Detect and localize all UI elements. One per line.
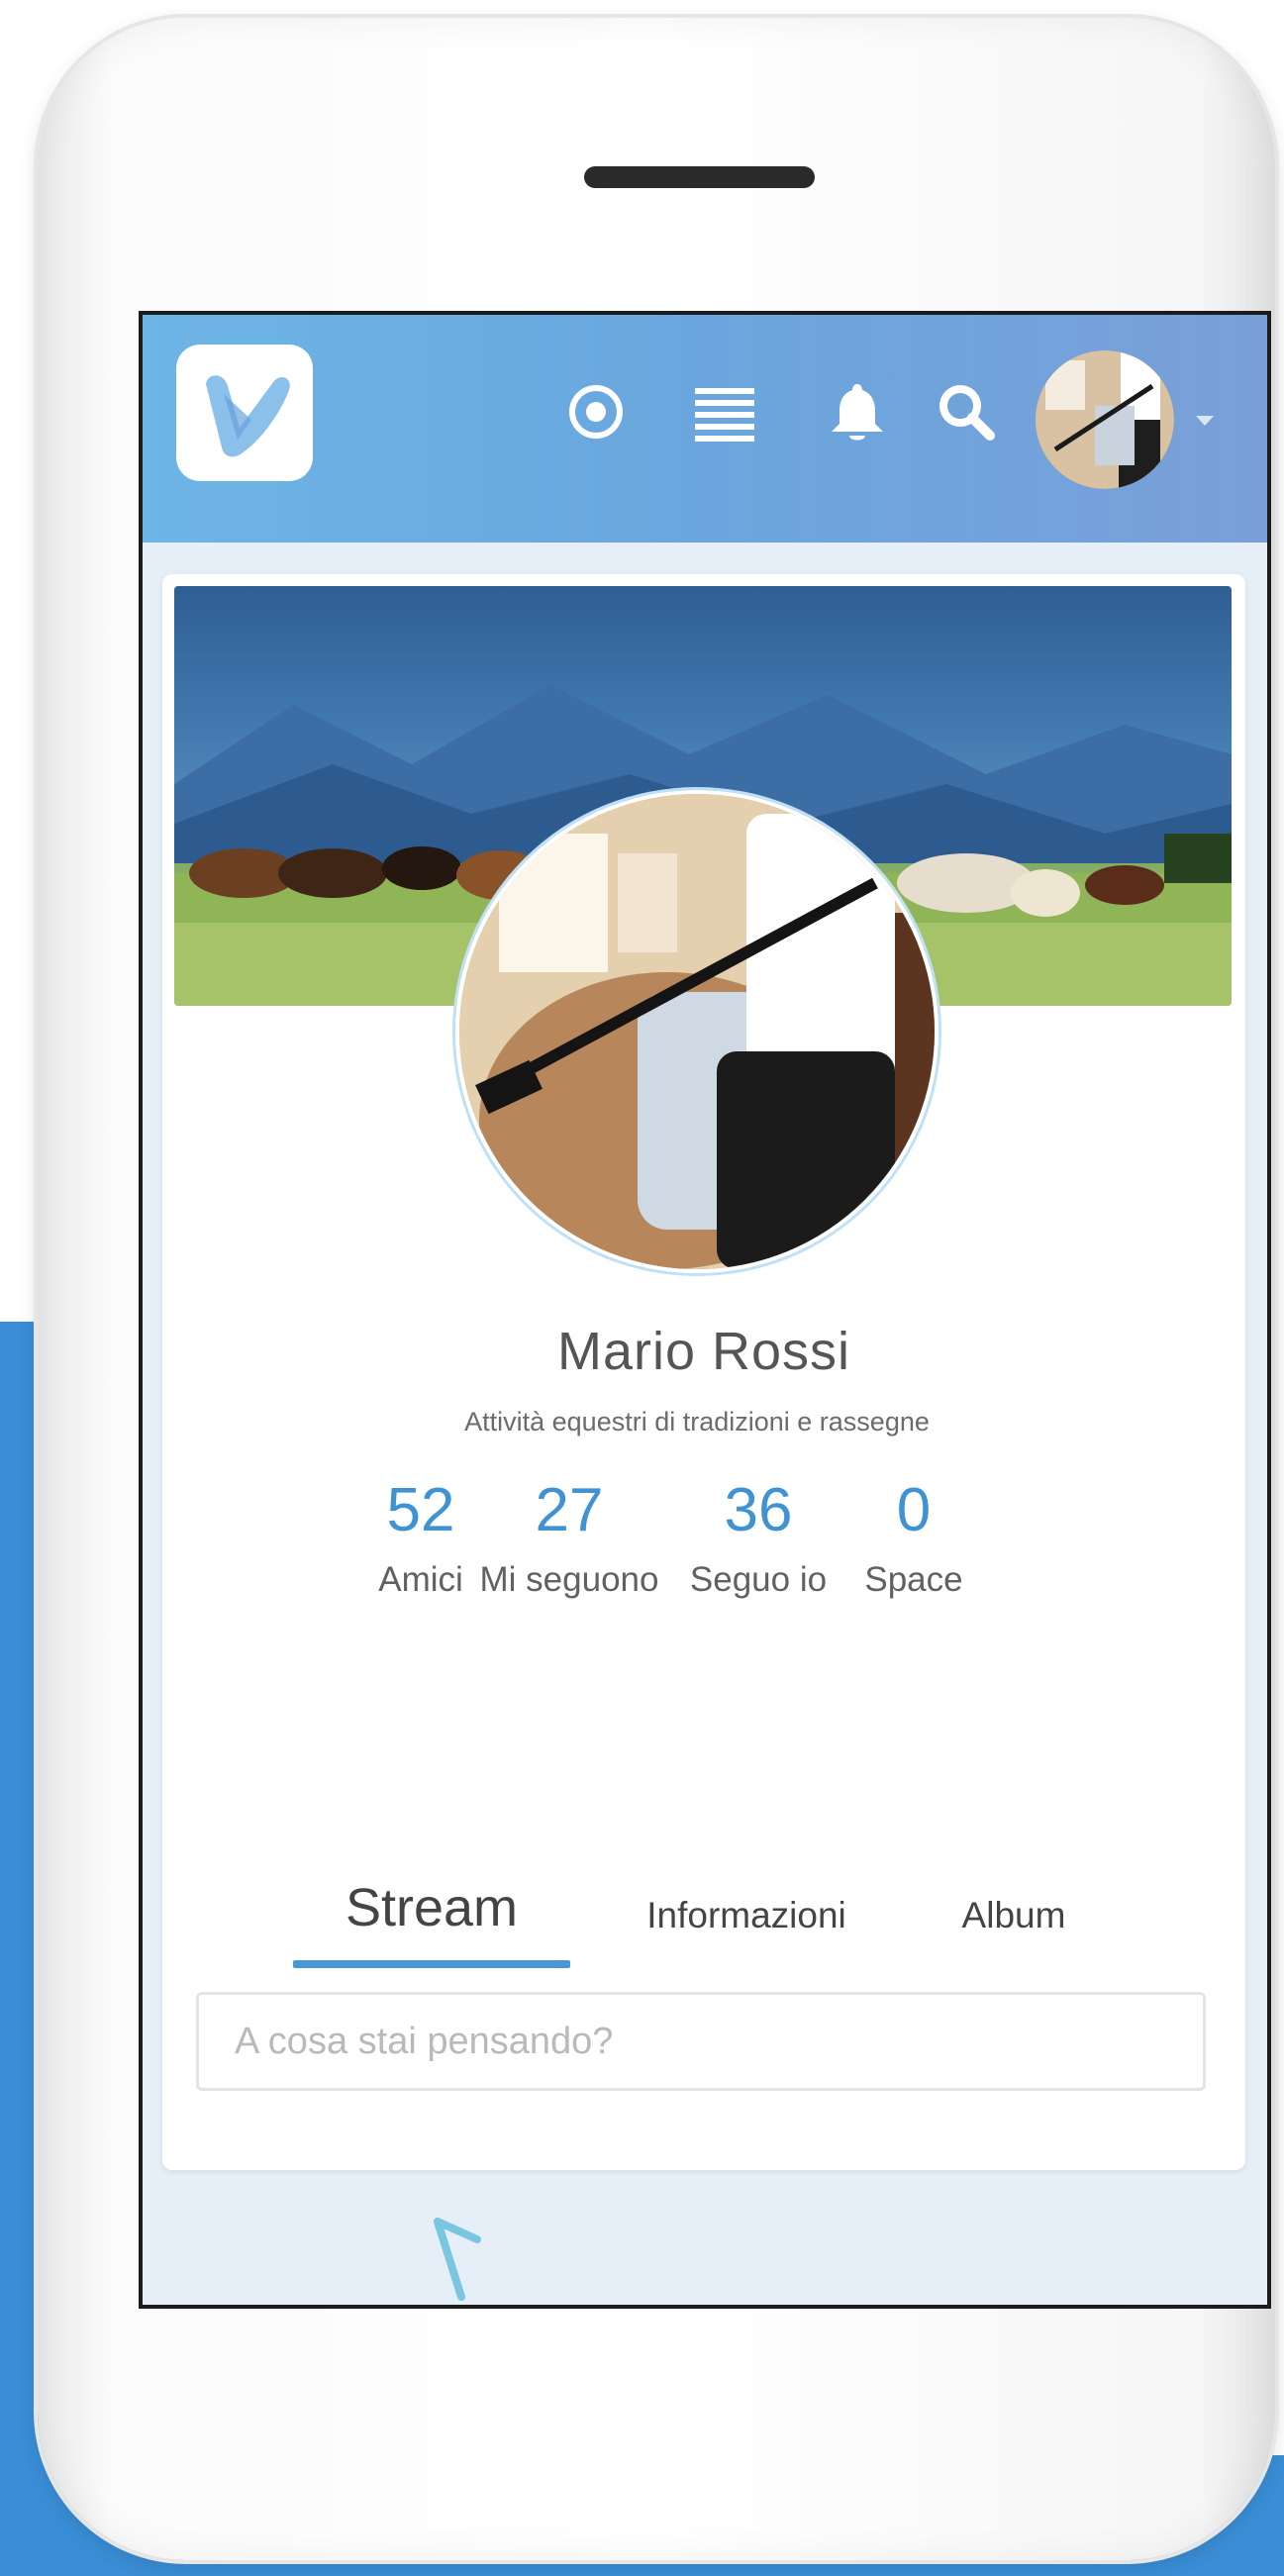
- stat-friends-label[interactable]: Amici: [356, 1560, 485, 1600]
- chevron-down-icon[interactable]: [1196, 416, 1214, 426]
- target-icon[interactable]: [564, 380, 628, 444]
- stat-friends-count[interactable]: 52: [366, 1475, 475, 1545]
- avatar-photo: [1036, 350, 1174, 489]
- stat-following-label[interactable]: Seguo io: [667, 1560, 849, 1600]
- stat-space-count[interactable]: 0: [859, 1475, 968, 1545]
- bell-icon[interactable]: [826, 380, 889, 444]
- stat-following-count[interactable]: 36: [677, 1475, 840, 1545]
- stat-followers-count[interactable]: 27: [477, 1475, 661, 1545]
- menu-lines-icon[interactable]: [693, 380, 756, 444]
- phone-frame: Mario Rossi Attività equestri di tradizi…: [38, 18, 1275, 2560]
- post-composer-input[interactable]: A cosa stai pensando?: [196, 1992, 1206, 2091]
- stat-space-label[interactable]: Space: [849, 1560, 978, 1600]
- search-icon[interactable]: [935, 380, 998, 444]
- user-avatar[interactable]: [1036, 350, 1174, 489]
- tab-informazioni[interactable]: Informazioni: [618, 1895, 875, 1936]
- app-logo[interactable]: [176, 345, 313, 481]
- tab-album[interactable]: Album: [925, 1895, 1103, 1936]
- stat-followers-label[interactable]: Mi seguono: [467, 1560, 671, 1600]
- tab-stream[interactable]: Stream: [293, 1877, 570, 1938]
- profile-photo[interactable]: [455, 790, 938, 1273]
- profile-bio: Attività equestri di tradizioni e rasseg…: [464, 1407, 930, 1437]
- tab-active-indicator: [293, 1960, 570, 1968]
- app-header: [143, 315, 1267, 543]
- profile-name: Mario Rossi: [556, 1322, 851, 1381]
- logo-v-icon: [206, 375, 290, 457]
- profile-card: Mario Rossi Attività equestri di tradizi…: [162, 574, 1245, 2170]
- profile-photo-graphic: [459, 794, 935, 1269]
- app-screen: Mario Rossi Attività equestri di tradizi…: [139, 311, 1271, 2309]
- phone-speaker: [584, 166, 815, 188]
- scroll-arrow-icon: [434, 2218, 481, 2301]
